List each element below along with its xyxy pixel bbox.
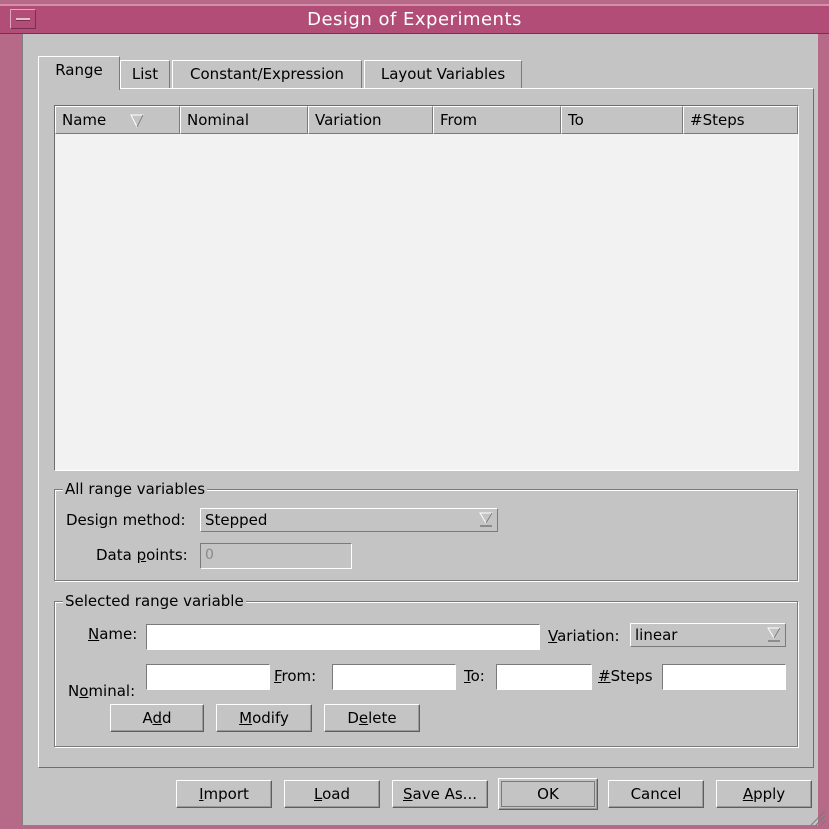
all-range-variables-group: All range variables [54,480,798,581]
name-label: Name: [88,625,138,643]
tab-list[interactable]: List [120,60,170,88]
chevron-down-icon [479,512,493,527]
to-label: To: [464,667,485,685]
design-method-label: Design method: [66,511,186,529]
apply-button[interactable]: Apply [716,780,812,808]
ok-button[interactable]: OK [498,778,598,810]
column-header-from[interactable]: From [433,106,561,134]
to-input[interactable] [496,664,592,690]
column-header-to[interactable]: To [561,106,683,134]
sort-down-icon[interactable] [130,114,144,128]
data-points-field: 0 [200,543,352,569]
variation-dropdown[interactable]: linear [630,623,786,647]
steps-label: #Steps [598,667,653,685]
nominal-label: Nominal: [68,682,136,700]
column-header-variation[interactable]: Variation [308,106,433,134]
import-button[interactable]: Import [176,780,272,808]
load-button[interactable]: Load [284,780,380,808]
nominal-input[interactable] [146,664,270,690]
column-label-name: Name [62,111,107,129]
variation-value: linear [635,626,678,644]
column-header-nominal[interactable]: Nominal [180,106,308,134]
from-input[interactable] [332,664,456,690]
column-header-name[interactable]: Name [55,106,180,134]
steps-input[interactable] [662,664,786,690]
design-method-value: Stepped [205,511,268,529]
chevron-down-icon [767,627,781,642]
variation-label: Variation: [548,627,620,645]
table-header: Name Nominal Variation From To #Steps [55,106,798,134]
modify-button[interactable]: Modify [216,704,312,732]
selected-group-label: Selected range variable [63,592,246,610]
tab-range[interactable]: Range [38,56,120,90]
range-variables-table[interactable]: Name Nominal Variation From To #Steps [54,105,799,471]
all-range-group-label: All range variables [63,480,208,498]
add-button[interactable]: Add [110,704,204,732]
cancel-button[interactable]: Cancel [608,780,704,808]
data-points-label: Data points: [96,546,188,564]
column-header-steps[interactable]: #Steps [683,106,798,134]
window-title: Design of Experiments [307,9,522,30]
design-method-dropdown[interactable]: Stepped [200,508,498,532]
title-bar[interactable]: Design of Experiments [0,4,829,34]
resize-grip-icon[interactable] [808,808,826,826]
window-border [818,34,829,829]
from-label: From: [274,667,317,685]
tab-constant-expression[interactable]: Constant/Expression [172,60,362,88]
delete-button[interactable]: Delete [324,704,420,732]
save-as-button[interactable]: Save As... [392,780,488,808]
name-input[interactable] [146,624,540,650]
tab-layout-variables[interactable]: Layout Variables [364,60,522,88]
